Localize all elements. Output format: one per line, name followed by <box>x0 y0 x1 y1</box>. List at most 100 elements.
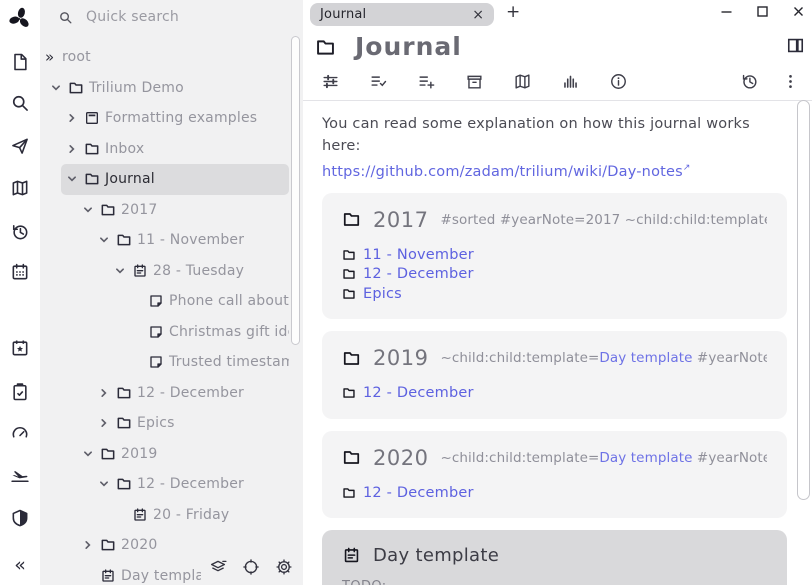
tree-item-journal[interactable]: Journal <box>61 164 289 195</box>
expander-down-icon[interactable] <box>99 235 116 245</box>
expander-down-icon[interactable] <box>51 83 68 93</box>
child-note-link[interactable]: 12 - December <box>363 266 474 282</box>
search-icon[interactable] <box>10 93 30 113</box>
card-attributes: ~child:child:template=Day template #year… <box>440 350 767 366</box>
day-template-link[interactable]: Day template <box>599 450 692 466</box>
folder-icon <box>342 248 356 262</box>
note-paths-archive-icon[interactable] <box>465 72 484 91</box>
child-note-link[interactable]: 12 - December <box>363 485 474 501</box>
expander-right-icon[interactable] <box>99 418 116 428</box>
trilium-logo-icon[interactable] <box>7 5 34 32</box>
tree-item-2017[interactable]: 2017 <box>77 195 289 226</box>
child-note-link[interactable]: 11 - November <box>363 247 474 263</box>
tree-item-11-november[interactable]: 11 - November <box>93 225 289 256</box>
new-tab-button[interactable]: + <box>506 2 520 22</box>
basic-properties-icon[interactable] <box>321 72 340 91</box>
create-split-icon[interactable] <box>786 36 805 55</box>
tree-settings-gear-icon[interactable] <box>275 558 293 576</box>
folder-icon <box>342 210 361 229</box>
new-note-icon[interactable] <box>10 52 30 72</box>
expander-down-icon[interactable] <box>83 449 100 459</box>
day-template-link[interactable]: Day template <box>599 350 692 366</box>
owned-attributes-icon[interactable] <box>369 72 388 91</box>
expander-right-icon[interactable] <box>67 144 84 154</box>
attr-text: ~child:child:template= <box>440 450 599 466</box>
card-attributes: #sorted #yearNote=2017 ~child:child:temp… <box>440 212 767 228</box>
child-note-row: 12 - December <box>342 383 767 403</box>
child-note-row: 12 - December <box>342 264 767 284</box>
calendar-icon <box>100 568 121 584</box>
window-minimize-icon[interactable] <box>719 4 734 19</box>
child-note-row: 12 - December <box>342 483 767 503</box>
note-map-icon[interactable] <box>10 178 30 198</box>
folder-icon <box>100 537 121 553</box>
tree-item-inbox[interactable]: Inbox <box>61 134 289 165</box>
tree-item-12-december[interactable]: 12 - December <box>93 378 289 409</box>
tree-item-label: Trilium Demo <box>89 80 184 96</box>
card-title[interactable]: 2017 <box>373 208 428 232</box>
collapse-subtree-icon[interactable] <box>209 558 227 576</box>
child-note-link[interactable]: 12 - December <box>363 385 474 401</box>
bookmark-travel-icon[interactable] <box>10 465 30 485</box>
card-title[interactable]: Day template <box>373 545 499 566</box>
bookmark-calendar-star-icon[interactable] <box>10 338 30 358</box>
expander-down-icon[interactable] <box>83 205 100 215</box>
tab-bar: Journal × + <box>303 0 812 30</box>
tree-item-label: Trusted timestamp <box>169 354 289 370</box>
tree-item-label: 20 - Friday <box>153 507 229 523</box>
quick-search-input[interactable]: Quick search <box>58 9 179 25</box>
child-note-link[interactable]: Epics <box>363 286 402 302</box>
note-revisions-icon[interactable] <box>740 72 759 91</box>
expander-right-icon[interactable] <box>67 113 84 123</box>
recent-changes-icon[interactable] <box>10 222 30 242</box>
collapse-launcher-icon[interactable]: « <box>14 556 26 575</box>
tree-item-formatting-examples[interactable]: Formatting examples <box>61 103 289 134</box>
tab-close-icon[interactable]: × <box>472 8 484 22</box>
book-icon <box>84 110 105 126</box>
folder-icon <box>84 141 105 157</box>
tree-scrollbar-thumb[interactable] <box>291 36 300 345</box>
expander-right-icon[interactable] <box>83 540 100 550</box>
tree-item-label: Day templa <box>121 568 204 584</box>
scroll-to-active-note-icon[interactable] <box>242 558 260 576</box>
note-info-icon[interactable] <box>609 72 628 91</box>
tree-item-2019[interactable]: 2019 <box>77 439 289 470</box>
tree-item-epics[interactable]: Epics <box>93 408 289 439</box>
expander-down-icon[interactable] <box>115 266 132 276</box>
note-map-ribbon-icon[interactable] <box>513 72 532 91</box>
tree-item-12-december[interactable]: 12 - December <box>93 469 289 500</box>
folder-icon <box>342 486 356 500</box>
inherited-attributes-icon[interactable] <box>417 72 436 91</box>
expander-root-icon[interactable]: » <box>45 50 62 65</box>
tree-item-label: 28 - Tuesday <box>153 263 244 279</box>
expander-right-icon[interactable] <box>99 388 116 398</box>
tab-journal[interactable]: Journal × <box>310 3 494 26</box>
similar-notes-chart-icon[interactable] <box>561 72 580 91</box>
note-title[interactable]: Journal <box>355 32 462 61</box>
tree-item-christmas-gift-idea[interactable]: Christmas gift idea <box>125 317 289 348</box>
content-scrollbar-thumb[interactable] <box>797 100 810 500</box>
expander-down-icon[interactable] <box>99 479 116 489</box>
day-notes-wiki-link[interactable]: https://github.com/zadam/trilium/wiki/Da… <box>322 164 683 180</box>
calendar-icon[interactable] <box>10 262 30 282</box>
tree-item-20-friday[interactable]: 20 - Friday <box>109 500 289 531</box>
child-note-list: 12 - December <box>342 383 767 403</box>
tree-item-phone-call-about-w[interactable]: Phone call about w <box>125 286 289 317</box>
bookmark-task-list-icon[interactable] <box>10 382 30 402</box>
tree-item-trilium-demo[interactable]: Trilium Demo <box>45 73 289 104</box>
card-title[interactable]: 2019 <box>373 346 428 370</box>
note-content: You can read some explanation on how thi… <box>303 102 812 585</box>
bookmark-security-icon[interactable] <box>10 508 30 528</box>
jump-to-note-icon[interactable] <box>10 136 30 156</box>
window-close-icon[interactable] <box>791 4 806 19</box>
tree-item-root[interactable]: »root <box>40 42 289 73</box>
tree-item-label: 12 - December <box>137 476 244 492</box>
note-actions-kebab-icon[interactable] <box>781 72 800 91</box>
window-maximize-icon[interactable] <box>755 4 770 19</box>
tree-item-28-tuesday[interactable]: 28 - Tuesday <box>109 256 289 287</box>
tree-item-trusted-timestamp[interactable]: Trusted timestamp <box>125 347 289 378</box>
bookmark-dashboard-icon[interactable] <box>10 423 30 443</box>
expander-down-icon[interactable] <box>67 174 84 184</box>
intro-paragraph: You can read some explanation on how thi… <box>322 113 787 183</box>
card-title[interactable]: 2020 <box>373 446 428 470</box>
